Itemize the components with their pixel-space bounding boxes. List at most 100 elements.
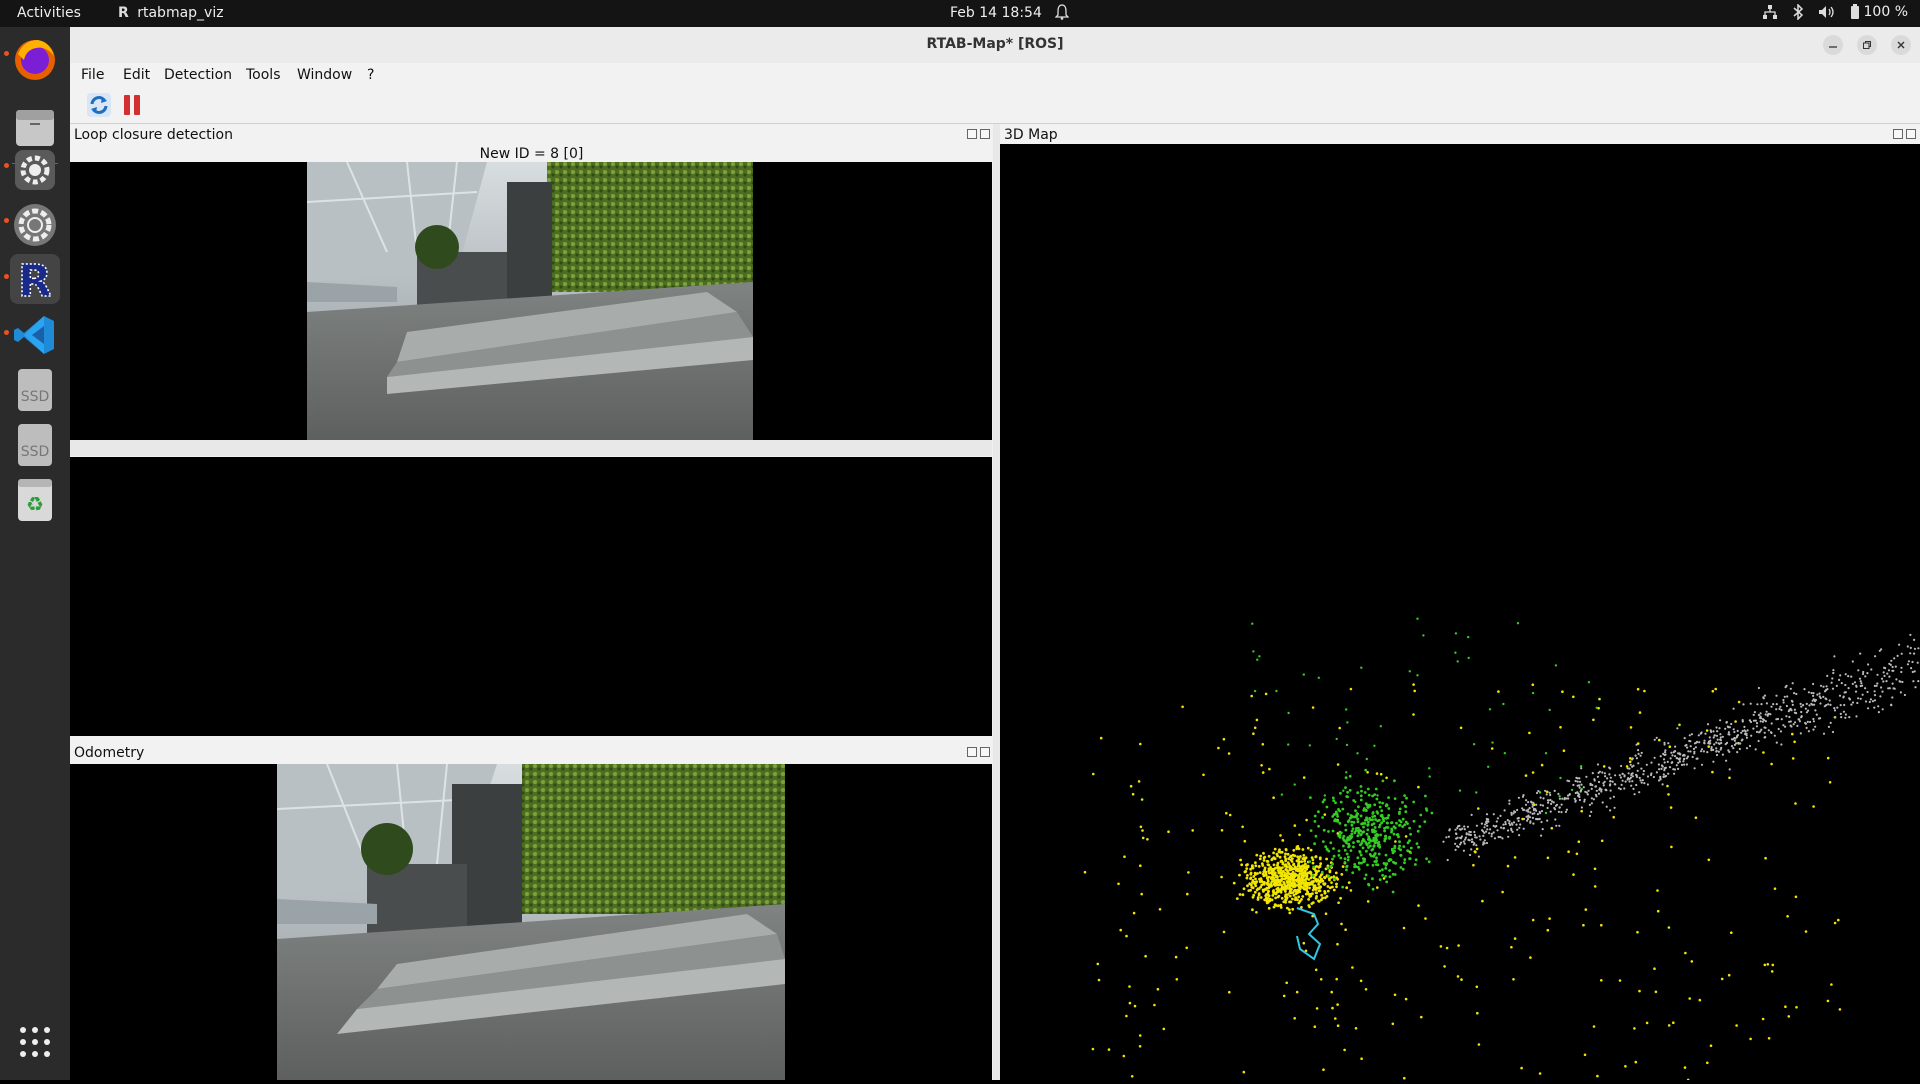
system-settings-icon[interactable] — [10, 200, 60, 250]
map-point — [1664, 749, 1667, 752]
close-button[interactable] — [1891, 35, 1911, 55]
map3d-view[interactable] — [1000, 144, 1920, 1082]
map-point — [1525, 815, 1528, 818]
map-point — [1412, 713, 1415, 716]
ssd-drive-icon[interactable]: SSD — [10, 420, 60, 470]
map-point — [1401, 801, 1404, 804]
odometry-dock-title[interactable]: Odometry — [70, 742, 993, 764]
map-point — [1258, 655, 1261, 658]
odometry-image-view[interactable] — [70, 764, 992, 1080]
map-point — [1146, 838, 1149, 841]
minimize-button[interactable] — [1823, 35, 1843, 55]
map-point — [1477, 807, 1480, 810]
app-menu[interactable]: R rtabmap_viz — [118, 5, 224, 21]
map-point — [1789, 687, 1792, 690]
map-point — [1373, 803, 1377, 807]
map-point — [1891, 696, 1894, 699]
map-point — [1638, 711, 1642, 714]
map-point — [1513, 937, 1517, 940]
vscode-icon[interactable] — [10, 310, 60, 360]
map-point — [1424, 794, 1427, 798]
map-point — [1403, 861, 1406, 865]
map-point — [1472, 843, 1475, 846]
map-point — [1348, 774, 1352, 778]
ssd-drive-icon[interactable]: SSD — [10, 365, 60, 415]
map-point — [1637, 749, 1640, 752]
map-point — [1588, 814, 1591, 818]
map-point — [1254, 864, 1258, 868]
map-point — [1139, 742, 1142, 746]
map-point — [1281, 839, 1285, 842]
map-point — [1802, 704, 1805, 707]
map-point — [1378, 801, 1382, 804]
loop-closure-new-image-view[interactable] — [70, 162, 992, 440]
maximize-button[interactable] — [1857, 35, 1877, 55]
map-point — [1673, 772, 1676, 775]
activities-button[interactable]: Activities — [17, 5, 81, 21]
map-point — [1844, 691, 1847, 694]
map-point — [1828, 699, 1831, 702]
map-point — [1248, 882, 1252, 886]
map-point — [1282, 881, 1286, 884]
panel-divider[interactable] — [70, 440, 992, 456]
map-point — [1541, 804, 1545, 807]
map-point — [1640, 781, 1643, 784]
float-dock-icon[interactable] — [967, 129, 977, 139]
firefox-icon[interactable] — [10, 34, 60, 84]
loop-closure-match-image-view[interactable] — [70, 457, 992, 736]
close-dock-icon[interactable] — [980, 129, 990, 139]
menu-window[interactable]: Window — [297, 67, 352, 83]
show-applications-icon[interactable] — [10, 1017, 60, 1067]
loop-closure-dock-title[interactable]: Loop closure detection — [70, 124, 993, 146]
float-dock-icon[interactable] — [967, 747, 977, 757]
map-point — [1815, 713, 1818, 716]
menu-help[interactable]: ? — [367, 67, 374, 83]
map3d-dock-title[interactable]: 3D Map — [1000, 124, 1920, 146]
close-dock-icon[interactable] — [1906, 129, 1916, 139]
map-point — [1493, 837, 1497, 840]
map-point — [1627, 772, 1630, 775]
float-dock-icon[interactable] — [1893, 129, 1903, 139]
map-point — [1448, 828, 1451, 831]
map-point — [1745, 736, 1748, 739]
clock[interactable]: Feb 14 18:54 — [950, 5, 1042, 21]
map-point — [1296, 868, 1300, 871]
system-status-area[interactable]: 100 % — [1762, 4, 1908, 20]
map-point — [1337, 849, 1341, 853]
map-point — [1826, 999, 1830, 1003]
map-point — [1280, 859, 1284, 863]
map-point — [1826, 674, 1829, 678]
map-point — [1344, 776, 1348, 780]
map-point — [1311, 858, 1315, 862]
map-point — [1457, 944, 1460, 947]
map-point — [1393, 779, 1396, 783]
map-point — [1594, 785, 1598, 788]
settings-gear-icon[interactable] — [10, 145, 60, 195]
map-point — [1770, 705, 1773, 708]
close-dock-icon[interactable] — [980, 747, 990, 757]
map-point — [1496, 829, 1499, 832]
menu-tools[interactable]: Tools — [246, 67, 281, 83]
rtabmap-icon[interactable]: R — [10, 254, 60, 308]
window-titlebar[interactable]: RTAB-Map* [ROS] — [70, 27, 1920, 64]
map-point — [1263, 866, 1267, 870]
map-point — [1373, 830, 1376, 834]
map-point — [1540, 763, 1544, 767]
map-point — [1800, 710, 1803, 714]
map-point — [1347, 881, 1351, 884]
menu-file[interactable]: File — [81, 67, 104, 83]
map-point — [1572, 783, 1575, 787]
map-point — [1284, 863, 1288, 867]
map-point — [1319, 978, 1323, 981]
menu-detection[interactable]: Detection — [164, 67, 232, 83]
map-point — [1793, 708, 1796, 711]
map-point — [1917, 647, 1920, 650]
vertical-splitter[interactable] — [993, 124, 1000, 1080]
menu-edit[interactable]: Edit — [123, 67, 150, 83]
map-point — [1329, 876, 1333, 879]
pause-icon[interactable] — [119, 92, 145, 118]
refresh-icon[interactable] — [86, 92, 112, 118]
map-point — [1503, 809, 1506, 812]
trash-icon[interactable]: ♻ — [10, 475, 60, 525]
map-point — [1119, 928, 1122, 932]
